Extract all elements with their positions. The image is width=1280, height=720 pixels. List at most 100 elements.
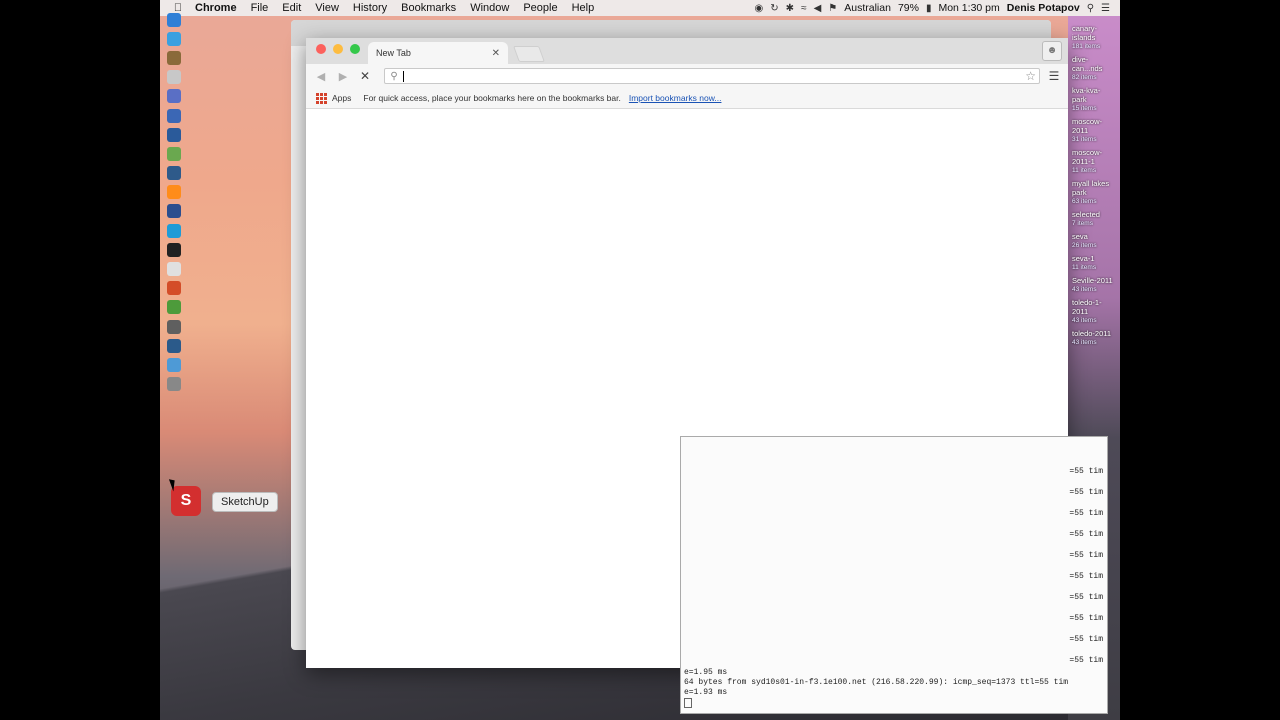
user-name[interactable]: Denis Potapov [1007, 2, 1080, 14]
desktop-folder-item[interactable]: toledo-1-2011 43 items [1072, 298, 1114, 325]
dock-app-icon[interactable] [167, 300, 181, 315]
folder-name: moscow-2011 [1072, 117, 1103, 135]
menu-file[interactable]: File [244, 2, 276, 14]
wifi-icon[interactable]: ≈ [801, 3, 807, 14]
flag-icon: ⚑ [828, 2, 838, 14]
folder-item-count: 43 items [1072, 286, 1097, 293]
folder-item-count: 82 items [1072, 74, 1097, 81]
folder-name: myall lakes park [1072, 179, 1110, 197]
desktop-folder-item[interactable]: kva-kva-park 15 items [1072, 86, 1114, 113]
dock-app-icon[interactable] [167, 50, 181, 65]
close-tab-icon[interactable]: ✕ [492, 48, 500, 59]
time-machine-icon[interactable]: ↻ [770, 3, 778, 14]
dock-app-icon[interactable] [167, 319, 181, 334]
desktop-folder-item[interactable]: canary-islands 181 items [1072, 24, 1114, 51]
menu-help[interactable]: Help [565, 2, 602, 14]
menu-history[interactable]: History [346, 2, 394, 14]
desktop:  Chrome File Edit View History Bookmark… [160, 0, 1120, 720]
terminal-line: e=1.95 ms [684, 667, 728, 677]
folder-item-count: 181 items [1072, 43, 1101, 50]
new-tab-button[interactable] [513, 46, 545, 62]
dock-app-icon[interactable] [167, 242, 181, 257]
folder-name: selected [1072, 210, 1100, 219]
folder-item-count: 11 items [1072, 167, 1097, 174]
terminal-line: e=1.93 ms [684, 687, 728, 697]
tab-new-tab[interactable]: New Tab ✕ [368, 42, 508, 64]
menu-bookmarks[interactable]: Bookmarks [394, 2, 463, 14]
volume-icon[interactable]: ◀ [814, 3, 822, 14]
terminal-prompt[interactable] [684, 697, 1104, 709]
desktop-folder-item[interactable]: myall lakes park 63 items [1072, 179, 1114, 206]
bookmark-star-icon[interactable]: ☆ [1025, 69, 1036, 83]
menu-window[interactable]: Window [463, 2, 516, 14]
profile-icon[interactable]: ☻ [1042, 41, 1062, 61]
omnibox[interactable]: ⚲ ☆ [384, 68, 1040, 84]
clock[interactable]: Mon 1:30 pm [938, 2, 999, 14]
desktop-folder-item[interactable]: Seville-2011 43 items [1072, 276, 1114, 294]
desktop-folder-item[interactable]: moscow-2011 31 items [1072, 117, 1114, 144]
import-bookmarks-link[interactable]: Import bookmarks now... [629, 93, 722, 103]
terminal-line: 64 bytes from syd10s01-in-f3.1e100.net (… [684, 677, 1069, 687]
terminal-line: =55 tim [1069, 572, 1103, 581]
apps-shortcut[interactable]: Apps [332, 93, 351, 103]
folder-name: seva-1 [1072, 254, 1095, 263]
battery-percent[interactable]: 79% [898, 2, 919, 14]
desktop-folder-item[interactable]: toledo-2011 43 items [1072, 329, 1114, 347]
dock-app-icon[interactable] [167, 223, 181, 238]
bluetooth-icon[interactable]: ✱ [786, 3, 794, 14]
dock-app-icon[interactable] [167, 262, 181, 277]
terminal-line: =55 tim [1069, 614, 1103, 623]
desktop-folder-item[interactable]: seva-1 11 items [1072, 254, 1114, 272]
terminal-line: =55 tim [1069, 635, 1103, 644]
spotlight-search-icon[interactable]: ⚲ [1087, 3, 1094, 14]
dock-app-icon[interactable] [167, 108, 181, 123]
menu-people[interactable]: People [516, 2, 564, 14]
input-source-label[interactable]: Australian [844, 2, 891, 14]
chrome-menu-icon[interactable]: ☰ [1046, 69, 1062, 83]
toolbar: ◀ ▶ ✕ ⚲ ☆ ☰ [306, 64, 1068, 88]
dock-tooltip: SketchUp [212, 492, 278, 512]
dock-app-icon[interactable] [167, 185, 181, 200]
desktop-folder-item[interactable]: seva 26 items [1072, 232, 1114, 250]
dock-app-icon[interactable] [167, 377, 181, 392]
desktop-folder-item[interactable]: dive-can...nds 82 items [1072, 55, 1114, 82]
bookmarks-hint: For quick access, place your bookmarks h… [363, 93, 621, 103]
terminal-line: =55 tim [1069, 530, 1103, 539]
menu-edit[interactable]: Edit [275, 2, 308, 14]
desktop-folder-item[interactable]: moscow-2011-1 11 items [1072, 148, 1114, 175]
apps-grid-icon[interactable] [316, 92, 327, 104]
terminal-line: =55 tim [1069, 593, 1103, 602]
dock-app-icon[interactable] [167, 281, 181, 296]
dock-app-icon[interactable] [167, 146, 181, 161]
dock-app-icon[interactable] [167, 70, 181, 85]
dock-app-icon[interactable] [167, 166, 181, 181]
folder-item-count: 31 items [1072, 136, 1097, 143]
record-icon[interactable]: ◉ [755, 3, 764, 14]
dock-app-icon[interactable] [167, 338, 181, 353]
dock [162, 0, 186, 720]
minimize-window-button[interactable] [333, 44, 343, 54]
folder-item-count: 11 items [1072, 264, 1097, 271]
notification-center-icon[interactable]: ☰ [1101, 3, 1110, 14]
folder-name: moscow-2011-1 [1072, 148, 1103, 166]
back-icon[interactable]: ◀ [312, 70, 330, 83]
dock-app-icon[interactable] [167, 12, 181, 27]
dock-app-icon[interactable] [167, 31, 181, 46]
tab-title: New Tab [376, 48, 411, 58]
terminal-line: =55 tim [1069, 509, 1103, 518]
desktop-folder-item[interactable]: selected 7 items [1072, 210, 1114, 228]
folder-name: canary-islands [1072, 24, 1098, 42]
stop-loading-icon[interactable]: ✕ [356, 69, 374, 83]
text-caret [403, 70, 404, 82]
close-window-button[interactable] [316, 44, 326, 54]
menu-view[interactable]: View [308, 2, 346, 14]
zoom-window-button[interactable] [350, 44, 360, 54]
dock-app-icon[interactable] [167, 127, 181, 142]
menu-app-name[interactable]: Chrome [188, 2, 244, 14]
battery-icon[interactable]: ▮ [926, 3, 932, 14]
folder-name: toledo-2011 [1072, 329, 1112, 338]
dock-app-icon[interactable] [167, 89, 181, 104]
forward-icon[interactable]: ▶ [334, 70, 352, 83]
dock-app-icon[interactable] [167, 204, 181, 219]
dock-app-icon[interactable] [167, 357, 181, 372]
